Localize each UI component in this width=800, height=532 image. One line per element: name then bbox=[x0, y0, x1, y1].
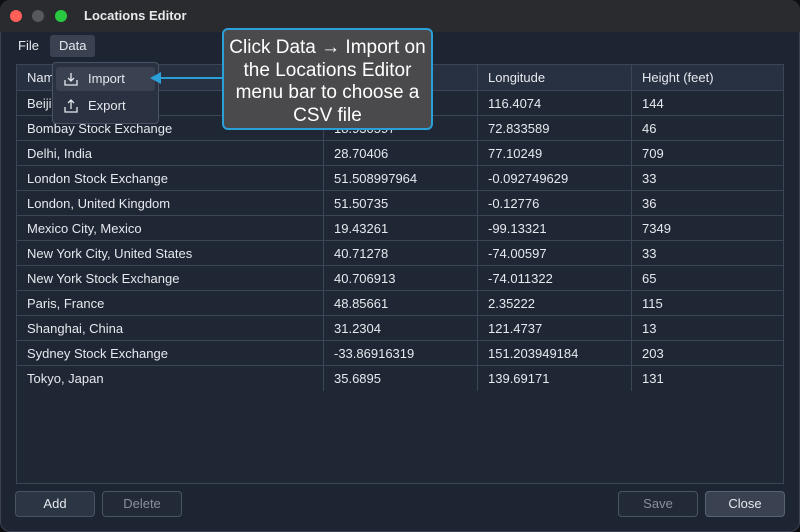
column-header-height[interactable]: Height (feet) bbox=[632, 65, 783, 90]
cell-name[interactable]: Mexico City, Mexico bbox=[17, 216, 324, 241]
import-label: Import bbox=[88, 71, 125, 86]
cell-height[interactable]: 36 bbox=[632, 191, 783, 216]
cell-height[interactable]: 709 bbox=[632, 141, 783, 166]
data-menu-dropdown: Import Export bbox=[52, 62, 159, 124]
menu-file[interactable]: File bbox=[9, 35, 48, 57]
cell-height[interactable]: 46 bbox=[632, 116, 783, 141]
table-row[interactable]: London Stock Exchange 51.508997964 -0.0927… bbox=[17, 165, 783, 191]
close-button[interactable]: Close bbox=[705, 491, 785, 517]
cell-latitude[interactable]: 28.70406 bbox=[324, 141, 478, 166]
cell-longitude[interactable]: -74.00597 bbox=[478, 241, 632, 266]
cell-longitude[interactable]: 2.35222 bbox=[478, 291, 632, 316]
window-title: Locations Editor bbox=[84, 8, 187, 23]
cell-name[interactable]: Delhi, India bbox=[17, 141, 324, 166]
locations-editor-window: Locations Editor File Data Name Latitude… bbox=[0, 0, 800, 532]
cell-name[interactable]: London Stock Exchange bbox=[17, 166, 324, 191]
cell-latitude[interactable]: 51.508997964 bbox=[324, 166, 478, 191]
cell-height[interactable]: 203 bbox=[632, 341, 783, 366]
table-row[interactable]: Shanghai, China 31.2304 121.4737 13 bbox=[17, 315, 783, 341]
cell-name[interactable]: Tokyo, Japan bbox=[17, 366, 324, 391]
cell-height[interactable]: 144 bbox=[632, 91, 783, 116]
minimize-window-button[interactable] bbox=[32, 10, 44, 22]
cell-longitude[interactable]: 72.833589 bbox=[478, 116, 632, 141]
cell-height[interactable]: 33 bbox=[632, 166, 783, 191]
cell-latitude[interactable]: 40.706913 bbox=[324, 266, 478, 291]
table-row[interactable]: New York City, United States 40.71278 -74.… bbox=[17, 240, 783, 266]
cell-latitude[interactable]: 31.2304 bbox=[324, 316, 478, 341]
cell-latitude[interactable]: 19.43261 bbox=[324, 216, 478, 241]
tutorial-callout: Click Data → Import on the Locations Edi… bbox=[222, 28, 433, 130]
cell-latitude[interactable]: 40.71278 bbox=[324, 241, 478, 266]
cell-name[interactable]: London, United Kingdom bbox=[17, 191, 324, 216]
cell-height[interactable]: 65 bbox=[632, 266, 783, 291]
add-button[interactable]: Add bbox=[15, 491, 95, 517]
zoom-window-button[interactable] bbox=[55, 10, 67, 22]
cell-name[interactable]: New York City, United States bbox=[17, 241, 324, 266]
menu-item-export[interactable]: Export bbox=[56, 94, 155, 118]
cell-longitude[interactable]: 139.69171 bbox=[478, 366, 632, 391]
cell-latitude[interactable]: 48.85661 bbox=[324, 291, 478, 316]
cell-name[interactable]: Sydney Stock Exchange bbox=[17, 341, 324, 366]
cell-longitude[interactable]: -74.011322 bbox=[478, 266, 632, 291]
table-row[interactable]: Sydney Stock Exchange -33.86916319 151.203… bbox=[17, 340, 783, 366]
cell-height[interactable]: 13 bbox=[632, 316, 783, 341]
save-button[interactable]: Save bbox=[618, 491, 698, 517]
cell-height[interactable]: 131 bbox=[632, 366, 783, 391]
table-row[interactable]: Mexico City, Mexico 19.43261 -99.13321 7349 bbox=[17, 215, 783, 241]
cell-longitude[interactable]: -0.12776 bbox=[478, 191, 632, 216]
cell-name[interactable]: Paris, France bbox=[17, 291, 324, 316]
tray-arrow-down-icon bbox=[64, 73, 78, 86]
cell-longitude[interactable]: -0.092749629 bbox=[478, 166, 632, 191]
column-header-longitude[interactable]: Longitude bbox=[478, 65, 632, 90]
table-row[interactable]: New York Stock Exchange 40.706913 -74.0113… bbox=[17, 265, 783, 291]
callout-arrow-icon bbox=[150, 72, 224, 84]
export-label: Export bbox=[88, 98, 126, 113]
cell-latitude[interactable]: -33.86916319 bbox=[324, 341, 478, 366]
cell-height[interactable]: 33 bbox=[632, 241, 783, 266]
delete-button[interactable]: Delete bbox=[102, 491, 182, 517]
menu-data[interactable]: Data bbox=[50, 35, 96, 57]
cell-longitude[interactable]: 77.10249 bbox=[478, 141, 632, 166]
cell-longitude[interactable]: 116.4074 bbox=[478, 91, 632, 116]
cell-longitude[interactable]: 151.203949184 bbox=[478, 341, 632, 366]
table-row[interactable]: Paris, France 48.85661 2.35222 115 bbox=[17, 290, 783, 316]
cell-latitude[interactable]: 35.6895 bbox=[324, 366, 478, 391]
cell-longitude[interactable]: -99.13321 bbox=[478, 216, 632, 241]
cell-longitude[interactable]: 121.4737 bbox=[478, 316, 632, 341]
table-row[interactable]: Tokyo, Japan 35.6895 139.69171 131 bbox=[17, 365, 783, 391]
table-row[interactable]: London, United Kingdom 51.50735 -0.12776 36 bbox=[17, 190, 783, 216]
cell-name[interactable]: Shanghai, China bbox=[17, 316, 324, 341]
cell-latitude[interactable]: 51.50735 bbox=[324, 191, 478, 216]
menu-item-import[interactable]: Import bbox=[56, 67, 155, 91]
close-window-button[interactable] bbox=[10, 10, 22, 22]
table-row[interactable]: Delhi, India 28.70406 77.10249 709 bbox=[17, 140, 783, 166]
tray-arrow-up-icon bbox=[64, 99, 78, 113]
cell-height[interactable]: 115 bbox=[632, 291, 783, 316]
cell-name[interactable]: New York Stock Exchange bbox=[17, 266, 324, 291]
cell-height[interactable]: 7349 bbox=[632, 216, 783, 241]
